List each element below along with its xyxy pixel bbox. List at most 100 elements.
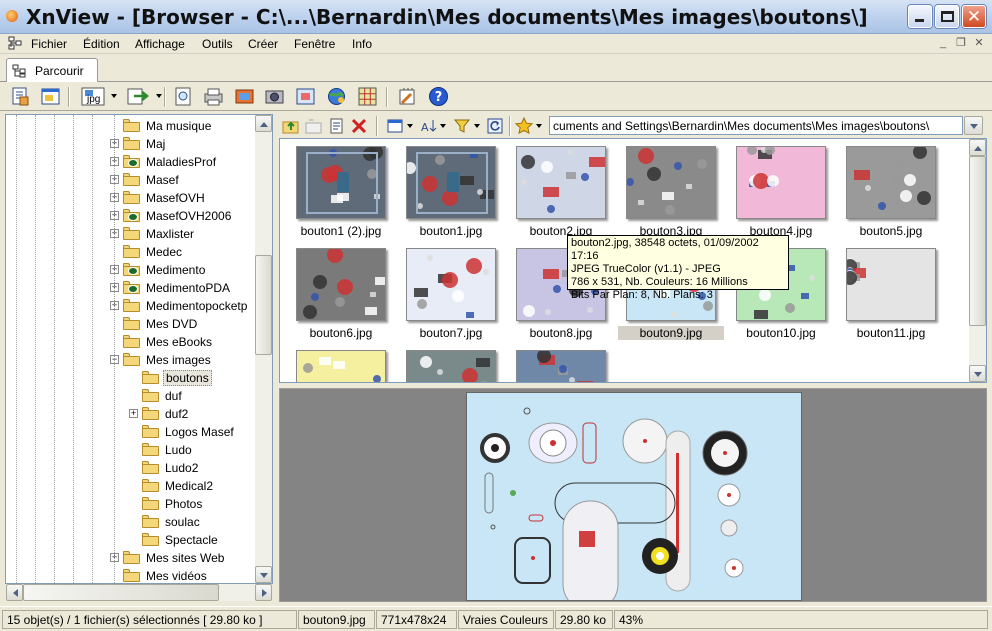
thumbs-scroll-thumb[interactable] xyxy=(969,156,986,326)
thumbnail-item[interactable]: bouton11.jpg xyxy=(838,243,946,343)
slideshow-button[interactable] xyxy=(233,85,256,108)
tree-item[interactable]: Medec xyxy=(6,243,255,261)
image-preview-pane[interactable] xyxy=(279,388,987,602)
tree-vertical-scrollbar[interactable] xyxy=(255,115,272,583)
sort-dropdown[interactable] xyxy=(440,124,446,128)
folder-tree[interactable]: Ma musique + Maj + MaladiesProf + Masef + MasefO… xyxy=(5,114,273,584)
tab-parcourir[interactable]: Parcourir xyxy=(6,58,98,82)
mdi-close-button[interactable]: ✕ xyxy=(971,36,987,51)
tree-scroll-down-button[interactable] xyxy=(255,566,272,583)
help-button[interactable]: ? xyxy=(427,85,450,108)
tree-item[interactable]: boutons xyxy=(6,369,255,387)
view-fullscreen-button[interactable] xyxy=(172,85,195,108)
thumbnail-item[interactable]: bouton1.jpg xyxy=(398,141,506,241)
tree-horizontal-scrollbar[interactable] xyxy=(6,584,272,601)
tree-item[interactable]: Spectacle xyxy=(6,531,255,549)
menu-outils[interactable]: Outils xyxy=(202,37,233,51)
web-button[interactable] xyxy=(325,85,348,108)
tree-item[interactable]: Ludo2 xyxy=(6,459,255,477)
tree-item[interactable]: Ludo xyxy=(6,441,255,459)
browser-view-button[interactable] xyxy=(39,85,62,108)
tree-item[interactable]: Mes eBooks xyxy=(6,333,255,351)
tree-item[interactable]: Medical2 xyxy=(6,477,255,495)
tree-scroll-left-button[interactable] xyxy=(6,584,23,601)
new-folder-icon[interactable] xyxy=(305,117,323,135)
thumbnail-item[interactable]: bouton6.jpg xyxy=(288,243,396,343)
menu-fenetre[interactable]: Fenêtre xyxy=(294,37,335,51)
maximize-button[interactable] xyxy=(935,5,959,28)
expand-icon[interactable]: + xyxy=(129,409,138,418)
menu-creer[interactable]: Créer xyxy=(248,37,278,51)
filter-dropdown[interactable] xyxy=(474,124,480,128)
open-file-button[interactable] xyxy=(9,85,32,108)
thumbs-scroll-up-button[interactable] xyxy=(969,139,986,156)
thumbnail-item[interactable]: bouton3.jpg xyxy=(618,141,726,241)
menu-edition[interactable]: Édition xyxy=(83,37,120,51)
tree-item[interactable]: − Mes images xyxy=(6,351,255,369)
thumbnail-item[interactable]: bouton7.jpg xyxy=(398,243,506,343)
export-button[interactable] xyxy=(125,85,153,108)
view-mode-icon[interactable] xyxy=(386,117,404,135)
minimize-button[interactable] xyxy=(908,5,932,28)
scan-button[interactable] xyxy=(263,85,286,108)
options-button[interactable] xyxy=(396,85,419,108)
thumbnail-item[interactable]: bouton2.jpg xyxy=(508,141,616,241)
delete-icon[interactable] xyxy=(350,117,368,135)
path-dropdown-button[interactable] xyxy=(964,116,983,135)
thumbnail-item[interactable]: bouton4.jpg xyxy=(728,141,836,241)
tree-item[interactable]: + MaladiesProf xyxy=(6,153,255,171)
tree-scroll-right-button[interactable] xyxy=(255,584,272,601)
xnview-app-icon[interactable] xyxy=(6,10,18,22)
view-mode-dropdown[interactable] xyxy=(407,124,413,128)
tree-item[interactable]: + Maj xyxy=(6,135,255,153)
print-button[interactable] xyxy=(202,85,225,108)
tree-item[interactable]: Ma musique xyxy=(6,117,255,135)
tree-hscroll-thumb[interactable] xyxy=(23,584,219,601)
tree-item[interactable]: + duf2 xyxy=(6,405,255,423)
tree-item[interactable]: Mes DVD xyxy=(6,315,255,333)
thumbnail-item[interactable] xyxy=(288,345,396,382)
export-dropdown-arrow[interactable] xyxy=(156,94,162,98)
tree-item[interactable]: + MedimentoPDA xyxy=(6,279,255,297)
tree-item[interactable]: + MasefOVH2006 xyxy=(6,207,255,225)
favorites-dropdown[interactable] xyxy=(536,124,542,128)
mdi-minimize-button[interactable]: _ xyxy=(935,36,951,51)
menu-affichage[interactable]: Affichage xyxy=(135,37,185,51)
tree-scroll-thumb[interactable] xyxy=(255,255,272,355)
tree-item[interactable]: soulac xyxy=(6,513,255,531)
tree-item[interactable]: + Maxlister xyxy=(6,225,255,243)
thumbnail-item[interactable] xyxy=(398,345,506,382)
close-button[interactable]: ✕ xyxy=(962,5,986,28)
mdi-restore-button[interactable]: ❐ xyxy=(953,36,969,51)
mdi-window-icon[interactable] xyxy=(8,36,22,50)
tree-item[interactable]: duf xyxy=(6,387,255,405)
convert-format-button[interactable]: jpg xyxy=(80,85,110,108)
filter-icon[interactable] xyxy=(453,117,471,135)
properties-icon[interactable] xyxy=(328,117,346,135)
tree-item[interactable]: + Masef xyxy=(6,171,255,189)
menu-fichier[interactable]: Fichier xyxy=(31,37,67,51)
sort-icon[interactable]: A xyxy=(420,117,438,135)
path-input[interactable]: cuments and Settings\Bernardin\Mes docum… xyxy=(549,116,963,135)
contact-sheet-button[interactable] xyxy=(356,85,379,108)
favorites-star-icon[interactable] xyxy=(515,117,533,135)
menu-info[interactable]: Info xyxy=(352,37,372,51)
parent-folder-icon[interactable] xyxy=(282,117,300,135)
capture-button[interactable] xyxy=(294,85,317,108)
thumbnail-item[interactable]: bouton5.jpg xyxy=(838,141,946,241)
toolbar-separator xyxy=(68,87,70,107)
refresh-icon[interactable] xyxy=(486,117,504,135)
format-dropdown-arrow[interactable] xyxy=(111,94,117,98)
tree-item[interactable]: + Mes sites Web xyxy=(6,549,255,567)
thumbs-scroll-down-button[interactable] xyxy=(969,365,986,382)
tree-item[interactable]: + MasefOVH xyxy=(6,189,255,207)
tree-item[interactable]: Mes vidéos xyxy=(6,567,255,583)
tree-item[interactable]: Photos xyxy=(6,495,255,513)
tree-item[interactable]: + Medimentopocketp xyxy=(6,297,255,315)
tree-item[interactable]: Logos Masef xyxy=(6,423,255,441)
tree-scroll-up-button[interactable] xyxy=(255,115,272,132)
thumbs-vertical-scrollbar[interactable] xyxy=(969,139,986,382)
tree-item[interactable]: + Medimento xyxy=(6,261,255,279)
thumbnail-item[interactable]: bouton1 (2).jpg xyxy=(288,141,396,241)
thumbnail-item[interactable] xyxy=(508,345,616,382)
